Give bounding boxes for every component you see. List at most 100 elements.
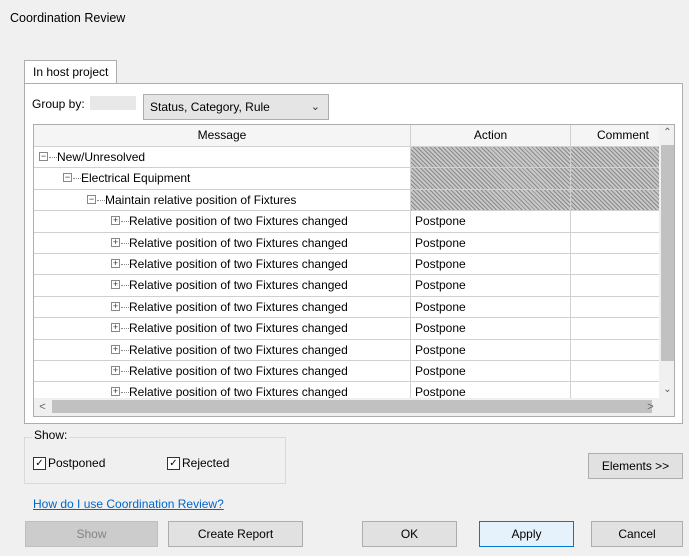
comment-cell[interactable]	[571, 340, 659, 360]
rejected-checkbox[interactable]: ✓ Rejected	[167, 456, 229, 470]
action-cell[interactable]: Postpone	[411, 253, 571, 275]
collapse-icon[interactable]: −	[63, 173, 72, 183]
table-row[interactable]: + Relative position of two Fixtures chang…	[34, 211, 659, 233]
message-cell: + Relative position of two Fixtures chang…	[34, 360, 411, 382]
cancel-button[interactable]: Cancel	[591, 521, 683, 547]
expand-icon[interactable]: +	[111, 344, 120, 354]
horizontal-scrollbar[interactable]: < >	[34, 398, 674, 416]
postponed-label: Postponed	[48, 456, 106, 470]
table-row[interactable]: + Relative position of two Fixtures chang…	[34, 296, 659, 319]
grid-rows: − New/Unresolved − Electrical Equipment − Mai…	[34, 147, 659, 404]
tree-connector	[73, 178, 81, 180]
expand-icon[interactable]: +	[111, 323, 120, 333]
message-label: Electrical Equipment	[81, 171, 191, 186]
show-label: Show:	[32, 428, 70, 442]
help-link[interactable]: How do I use Coordination Review?	[33, 497, 224, 511]
tab-in-host-project[interactable]: In host project	[24, 60, 118, 84]
scroll-down-icon[interactable]: ⌄	[659, 382, 674, 398]
horizontal-scroll-thumb[interactable]	[52, 400, 652, 413]
window-title: Coordination Review	[10, 11, 126, 25]
expand-icon[interactable]: +	[111, 301, 120, 311]
group-by-label: Group by:	[32, 97, 85, 111]
comment-cell[interactable]	[571, 233, 659, 253]
table-row[interactable]: − Maintain relative position of Fixtures	[34, 189, 659, 212]
comment-cell[interactable]	[571, 297, 659, 317]
table-row[interactable]: − Electrical Equipment	[34, 168, 659, 190]
message-cell: + Relative position of two Fixtures chang…	[34, 296, 411, 318]
tree-connector	[121, 285, 129, 287]
action-cell[interactable]	[411, 189, 571, 211]
tree-connector	[121, 263, 129, 265]
table-row[interactable]: + Relative position of two Fixtures chang…	[34, 339, 659, 361]
collapse-icon[interactable]: −	[39, 152, 48, 161]
action-cell[interactable]: Postpone	[411, 339, 571, 360]
message-cell: − New/Unresolved	[34, 147, 411, 168]
expand-icon[interactable]: +	[111, 280, 120, 290]
table-row[interactable]: + Relative position of two Fixtures chang…	[34, 232, 659, 254]
table-row[interactable]: − New/Unresolved	[34, 147, 659, 169]
checkmark-icon: ✓	[33, 456, 46, 470]
column-header-action[interactable]: Action	[411, 125, 571, 147]
table-row[interactable]: + Relative position of two Fixtures chang…	[34, 318, 659, 340]
message-cell: + Relative position of two Fixtures chang…	[34, 275, 411, 296]
action-cell[interactable]: Postpone	[411, 360, 571, 382]
expand-icon[interactable]: +	[111, 365, 120, 375]
message-label: Maintain relative position of Fixtures	[105, 192, 297, 207]
table-row[interactable]: + Relative position of two Fixtures chang…	[34, 360, 659, 383]
group-by-select[interactable]: Status, Category, Rule ⌄	[143, 94, 329, 120]
message-label: Relative position of two Fixtures change…	[129, 363, 348, 378]
expand-icon[interactable]: +	[111, 237, 120, 247]
expand-icon[interactable]: +	[111, 216, 120, 226]
tree-connector	[121, 370, 129, 372]
action-cell[interactable]: Postpone	[411, 275, 571, 296]
grid-header: Message Action Comment	[34, 125, 674, 147]
comment-cell[interactable]	[571, 211, 659, 231]
show-button[interactable]: Show	[25, 521, 158, 547]
postponed-checkbox[interactable]: ✓ Postponed	[33, 456, 105, 470]
action-cell[interactable]: Postpone	[411, 211, 571, 232]
create-report-button[interactable]: Create Report	[168, 521, 303, 547]
apply-button[interactable]: Apply	[479, 521, 574, 547]
collapse-icon[interactable]: −	[87, 194, 96, 204]
comment-cell[interactable]	[571, 189, 659, 211]
chevron-down-icon: ⌄	[310, 101, 320, 113]
comment-cell[interactable]	[571, 275, 659, 295]
comment-cell[interactable]	[571, 168, 659, 189]
group-by-label-highlight	[90, 96, 136, 110]
comment-cell[interactable]	[571, 254, 659, 274]
action-cell[interactable]	[411, 147, 571, 168]
message-cell: − Electrical Equipment	[34, 168, 411, 189]
action-cell[interactable]: Postpone	[411, 296, 571, 318]
tree-connector	[97, 199, 105, 201]
comment-cell[interactable]	[571, 318, 659, 338]
tree-connector	[121, 349, 129, 351]
coordination-grid: Message Action Comment − New/Unresolved − E…	[33, 124, 675, 417]
scroll-right-icon[interactable]: >	[642, 398, 659, 416]
elements-button[interactable]: Elements >>	[588, 453, 683, 479]
vertical-scroll-thumb[interactable]	[661, 145, 674, 361]
expand-icon[interactable]: +	[111, 258, 120, 268]
column-header-message[interactable]: Message	[34, 125, 411, 147]
column-header-comment[interactable]: Comment	[571, 125, 659, 147]
tree-connector	[121, 328, 129, 330]
table-row[interactable]: + Relative position of two Fixtures chang…	[34, 275, 659, 297]
message-label: Relative position of two Fixtures change…	[129, 278, 348, 293]
action-cell[interactable]: Postpone	[411, 318, 571, 339]
action-cell[interactable]: Postpone	[411, 232, 571, 253]
message-cell: + Relative position of two Fixtures chang…	[34, 339, 411, 360]
expand-icon[interactable]: +	[111, 387, 120, 397]
comment-cell[interactable]	[571, 147, 659, 168]
tree-connector	[49, 157, 57, 158]
action-cell[interactable]	[411, 168, 571, 189]
tree-connector	[121, 392, 129, 394]
message-label: Relative position of two Fixtures change…	[129, 321, 348, 336]
tree-connector	[121, 242, 129, 244]
comment-cell[interactable]	[571, 361, 659, 381]
message-cell: + Relative position of two Fixtures chang…	[34, 232, 411, 253]
table-row[interactable]: + Relative position of two Fixtures chang…	[34, 253, 659, 276]
scroll-up-icon[interactable]: ⌃	[659, 125, 674, 141]
scroll-left-icon[interactable]: <	[34, 398, 51, 416]
message-cell: + Relative position of two Fixtures chang…	[34, 211, 411, 232]
vertical-scrollbar[interactable]: ⌃ ⌄	[659, 125, 674, 398]
ok-button[interactable]: OK	[362, 521, 457, 547]
